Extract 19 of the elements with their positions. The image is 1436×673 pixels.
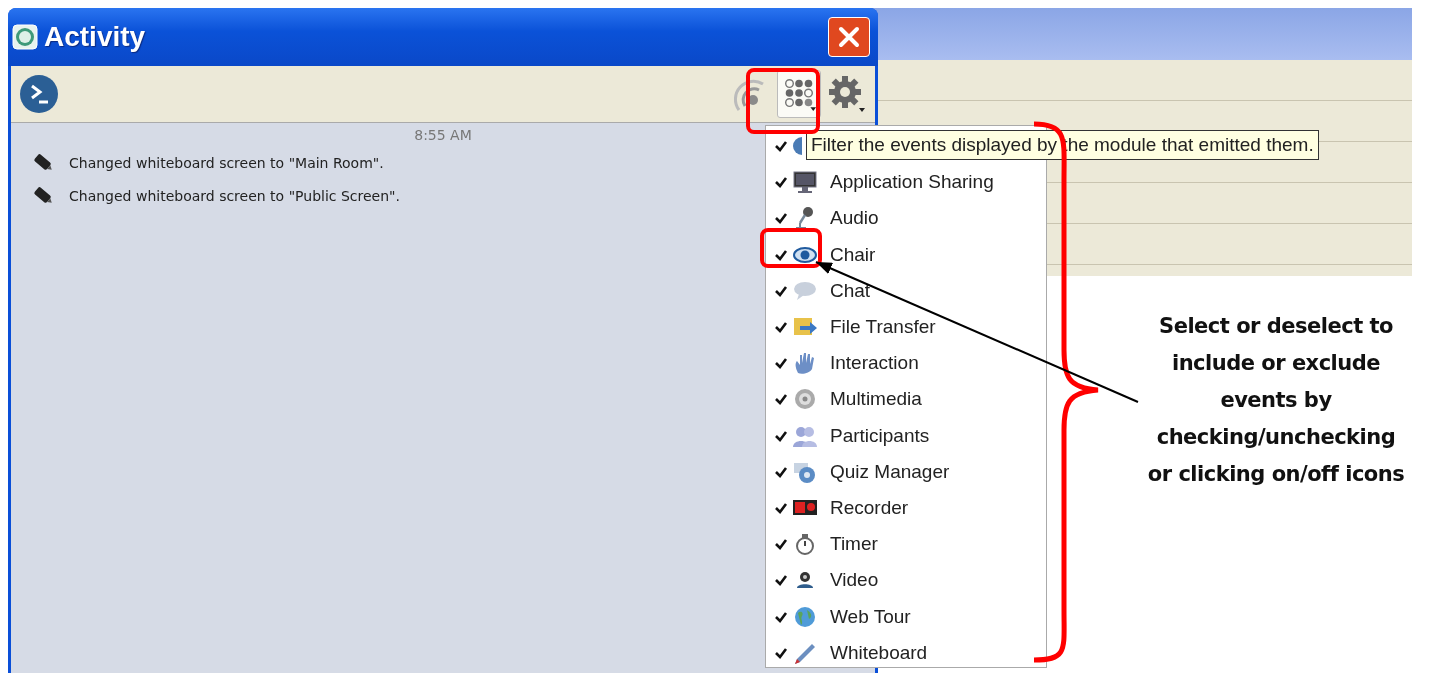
menu-item-label: Participants [830, 424, 930, 447]
menu-item-label: Chair [830, 243, 876, 266]
annotation-text: Select or deselect to include or exclude events by checking/unchecking or clicking on/off icons [1146, 313, 1406, 488]
timestamp: 8:55 AM [413, 127, 473, 143]
menu-item-label: Timer [830, 533, 878, 556]
menu-item-label: Chat [830, 279, 871, 302]
menu-item-label: Interaction [830, 352, 919, 375]
menu-item-label: Recorder [830, 496, 909, 519]
menu-item-label: Application Sharing [830, 171, 994, 194]
menu-item-label: Web Tour [830, 605, 911, 628]
log-entry: Changed whiteboard screen to "Main Room". [69, 154, 384, 171]
menu-item-label: File Transfer [830, 316, 936, 339]
menu-item-label: Multimedia [830, 388, 922, 411]
log-entry: Changed whiteboard screen to "Public Screen". [69, 187, 400, 204]
menu-item-label: Whiteboard [830, 641, 928, 664]
menu-item-label: Audio [830, 207, 879, 230]
window-title: Activity [44, 21, 147, 53]
menu-item-label: Quiz Manager [830, 460, 950, 483]
menu-item-label: Video [830, 569, 879, 592]
